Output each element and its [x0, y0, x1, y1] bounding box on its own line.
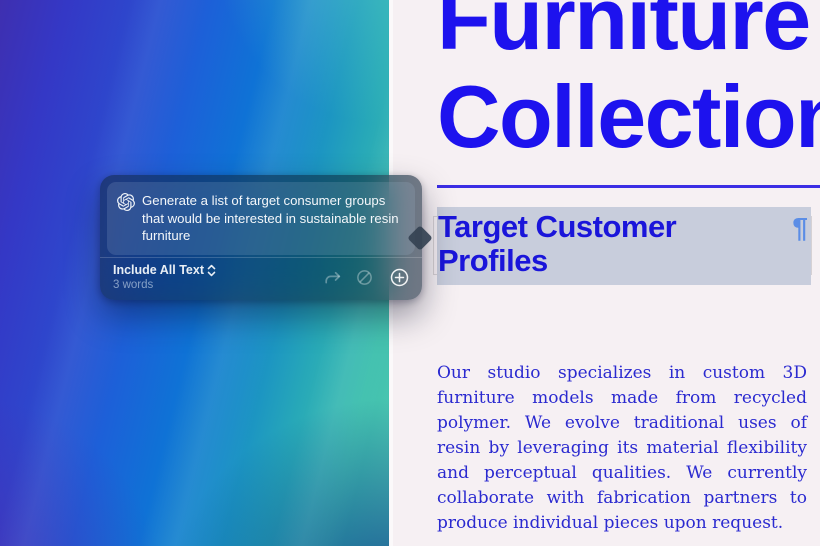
- text-selection-highlight: Target Customer Profiles ¶: [437, 207, 811, 285]
- include-all-text-dropdown[interactable]: Include All Text: [113, 263, 216, 277]
- ai-prompt-text: Generate a list of target consumer group…: [142, 192, 405, 245]
- scope-label: Include All Text: [113, 263, 204, 277]
- document-title[interactable]: Furniture Collection: [437, 0, 820, 166]
- word-count: 3 words: [113, 278, 216, 292]
- openai-logo-icon: [117, 193, 135, 211]
- pilcrow-mark: ¶: [792, 211, 808, 245]
- slash-circle-icon: [356, 269, 373, 286]
- add-button[interactable]: [390, 268, 409, 287]
- undo-icon: [299, 271, 316, 285]
- section-heading[interactable]: Target Customer Profiles: [438, 210, 790, 278]
- prompt-bubble: Generate a list of target consumer group…: [107, 182, 415, 255]
- redo-icon: [325, 271, 342, 285]
- document-page: Furniture Collection Target Customer Pro…: [393, 0, 820, 546]
- heading-selection-frame[interactable]: Target Customer Profiles ¶: [433, 216, 812, 275]
- plus-circle-icon: [390, 268, 409, 287]
- popover-footer: Include All Text 3 words: [100, 257, 422, 300]
- retry-button[interactable]: [356, 269, 373, 286]
- up-down-chevrons-icon: [207, 264, 216, 277]
- undo-button[interactable]: [299, 271, 316, 285]
- screen: Furniture Collection Target Customer Pro…: [0, 0, 820, 546]
- divider-rule: [437, 185, 820, 188]
- body-paragraph[interactable]: Our studio specializes in custom 3D furn…: [437, 361, 807, 536]
- ai-popover: Generate a list of target consumer group…: [100, 175, 422, 300]
- redo-button[interactable]: [325, 271, 342, 285]
